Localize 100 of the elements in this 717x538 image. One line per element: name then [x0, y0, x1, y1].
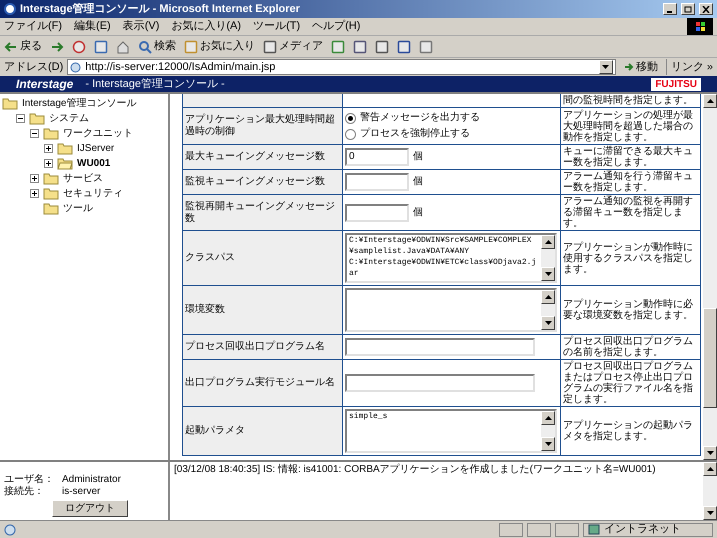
close-icon — [702, 6, 710, 12]
toolbar-button[interactable] — [353, 40, 367, 54]
toolbar-button[interactable]: メディア — [263, 38, 323, 55]
input-field[interactable] — [345, 374, 535, 392]
unit-label: 個 — [413, 151, 423, 163]
expand-icon[interactable] — [44, 144, 53, 153]
expand-icon[interactable] — [44, 159, 53, 168]
setting-description: プロセス回収出口プログラムまたはプロセス停止出口プログラムの実行ファイル名を指定します。 — [562, 360, 694, 406]
minimize-button[interactable] — [663, 3, 677, 15]
scroll-up-button[interactable] — [703, 462, 717, 476]
tree-item[interactable]: セキュリティ — [63, 186, 123, 201]
logout-button[interactable]: ログアウト — [52, 500, 128, 517]
radio-button[interactable] — [345, 112, 356, 124]
setting-label-cell: 監視再開キューイングメッセージ数 — [183, 195, 343, 230]
toolbar-button[interactable] — [397, 40, 411, 54]
tree-item[interactable]: Interstage管理コンソール — [22, 96, 136, 111]
scroll-down-button[interactable] — [541, 267, 555, 281]
scroll-down-button[interactable] — [703, 506, 717, 520]
scroll-down-button[interactable] — [541, 316, 555, 330]
toolbar-button[interactable] — [375, 40, 389, 54]
toolbar-icon — [353, 40, 367, 54]
triangle-up-icon — [706, 467, 714, 471]
scroll-up-button[interactable] — [541, 235, 555, 249]
maximize-button[interactable] — [681, 3, 695, 15]
triangle-down-icon — [544, 442, 552, 446]
toolbar-button[interactable] — [331, 40, 345, 54]
text-area[interactable]: simple_s — [345, 409, 557, 453]
text-area[interactable]: C:¥Interstage¥ODWIN¥Src¥SAMPLE¥COMPLEX¥samplelist.Java¥DATA¥ANY C:¥Interstage¥ODWIN¥ETC¥class¥ODjava2.jar — [345, 233, 557, 283]
setting-description: アプリケーションが動作時に使用するクラスパスを指定します。 — [562, 240, 694, 276]
unit-label: 個 — [413, 176, 423, 188]
home-icon — [116, 40, 130, 54]
folder-icon — [29, 112, 45, 125]
tree-item[interactable]: ツール — [63, 201, 93, 216]
folder-icon — [43, 172, 59, 185]
setting-description: アラーム通知の監視を再開する滞留キュー数を指定します。 — [562, 195, 694, 230]
folder-icon — [43, 202, 59, 215]
tree-item[interactable]: IJServer — [77, 141, 114, 156]
setting-label-cell: 起動パラメタ — [183, 407, 343, 455]
input-field[interactable]: 0 — [345, 148, 409, 166]
triangle-down-icon — [706, 511, 714, 515]
toolbar-button[interactable] — [72, 40, 86, 54]
toolbar-button[interactable] — [94, 40, 108, 54]
setting-description: アラーム通知を行う滞留キュー数を指定します。 — [562, 170, 694, 194]
scroll-up-button[interactable] — [541, 290, 555, 304]
input-field[interactable] — [345, 338, 535, 356]
expand-icon[interactable] — [30, 174, 39, 183]
toolbar-icon — [94, 40, 108, 54]
intranet-icon — [588, 524, 600, 535]
host-name: is-server — [62, 486, 100, 498]
tree-item[interactable]: ワークユニット — [63, 126, 133, 141]
triangle-down-icon — [544, 272, 552, 276]
text-area[interactable] — [345, 288, 557, 332]
logo: Interstage — [16, 76, 74, 93]
go-button[interactable]: 移動 — [620, 58, 662, 76]
menu-item[interactable]: ファイル(F) — [4, 18, 62, 35]
setting-description: プロセス回収出口プログラムの名前を指定します。 — [562, 335, 694, 359]
menu-item[interactable]: 編集(E) — [74, 18, 111, 35]
user-name: Administrator — [62, 474, 121, 486]
setting-label-cell: アプリケーション最大処理時間超過時の制御 — [183, 108, 343, 144]
triangle-down-icon — [544, 321, 552, 325]
setting-description: 間の監視時間を指定します。 — [562, 94, 694, 107]
address-label: アドレス(D) — [4, 60, 64, 75]
menu-item[interactable]: ヘルプ(H) — [312, 18, 360, 35]
input-field[interactable] — [345, 173, 409, 191]
search-icon — [138, 40, 152, 54]
expand-icon[interactable] — [30, 189, 39, 198]
collapse-icon[interactable] — [30, 129, 39, 138]
tree-item[interactable]: サービス — [63, 171, 103, 186]
status-pane — [499, 522, 523, 536]
arrow-icon — [624, 62, 634, 72]
unit-label: 個 — [413, 206, 423, 218]
menu-item[interactable]: お気に入り(A) — [171, 18, 242, 35]
tree-item[interactable]: WU001 — [77, 156, 110, 171]
folder-icon — [43, 127, 59, 140]
toolbar-button[interactable] — [116, 40, 130, 54]
scroll-up-button[interactable] — [541, 411, 555, 425]
toolbar-button[interactable] — [50, 40, 64, 54]
links-button[interactable]: リンク » — [666, 58, 713, 76]
menu-item[interactable]: 表示(V) — [122, 18, 160, 35]
address-field[interactable]: http://is-server:12000/IsAdmin/main.jsp — [67, 59, 616, 75]
scroll-thumb[interactable] — [703, 308, 717, 408]
scroll-down-button[interactable] — [703, 446, 717, 460]
tree-item[interactable]: システム — [49, 111, 89, 126]
input-field[interactable] — [345, 204, 409, 222]
toolbar-button[interactable]: お気に入り — [184, 38, 255, 55]
toolbar-button[interactable]: 戻る — [4, 38, 42, 55]
radio-button[interactable] — [345, 128, 356, 140]
toolbar-button[interactable] — [419, 40, 433, 54]
scroll-down-button[interactable] — [598, 60, 613, 74]
scroll-up-button[interactable] — [703, 94, 717, 108]
windows-logo-icon — [687, 18, 713, 35]
scroll-down-button[interactable] — [541, 437, 555, 451]
setting-label-cell: 環境変数 — [183, 286, 343, 334]
menu-item[interactable]: ツール(T) — [253, 18, 300, 35]
collapse-icon[interactable] — [16, 114, 25, 123]
setting-label-cell: 監視キューイングメッセージ数 — [183, 170, 343, 194]
triangle-up-icon — [544, 416, 552, 420]
toolbar-icon — [184, 40, 198, 54]
close-button[interactable] — [699, 3, 713, 15]
toolbar-button[interactable]: 検索 — [138, 38, 176, 55]
